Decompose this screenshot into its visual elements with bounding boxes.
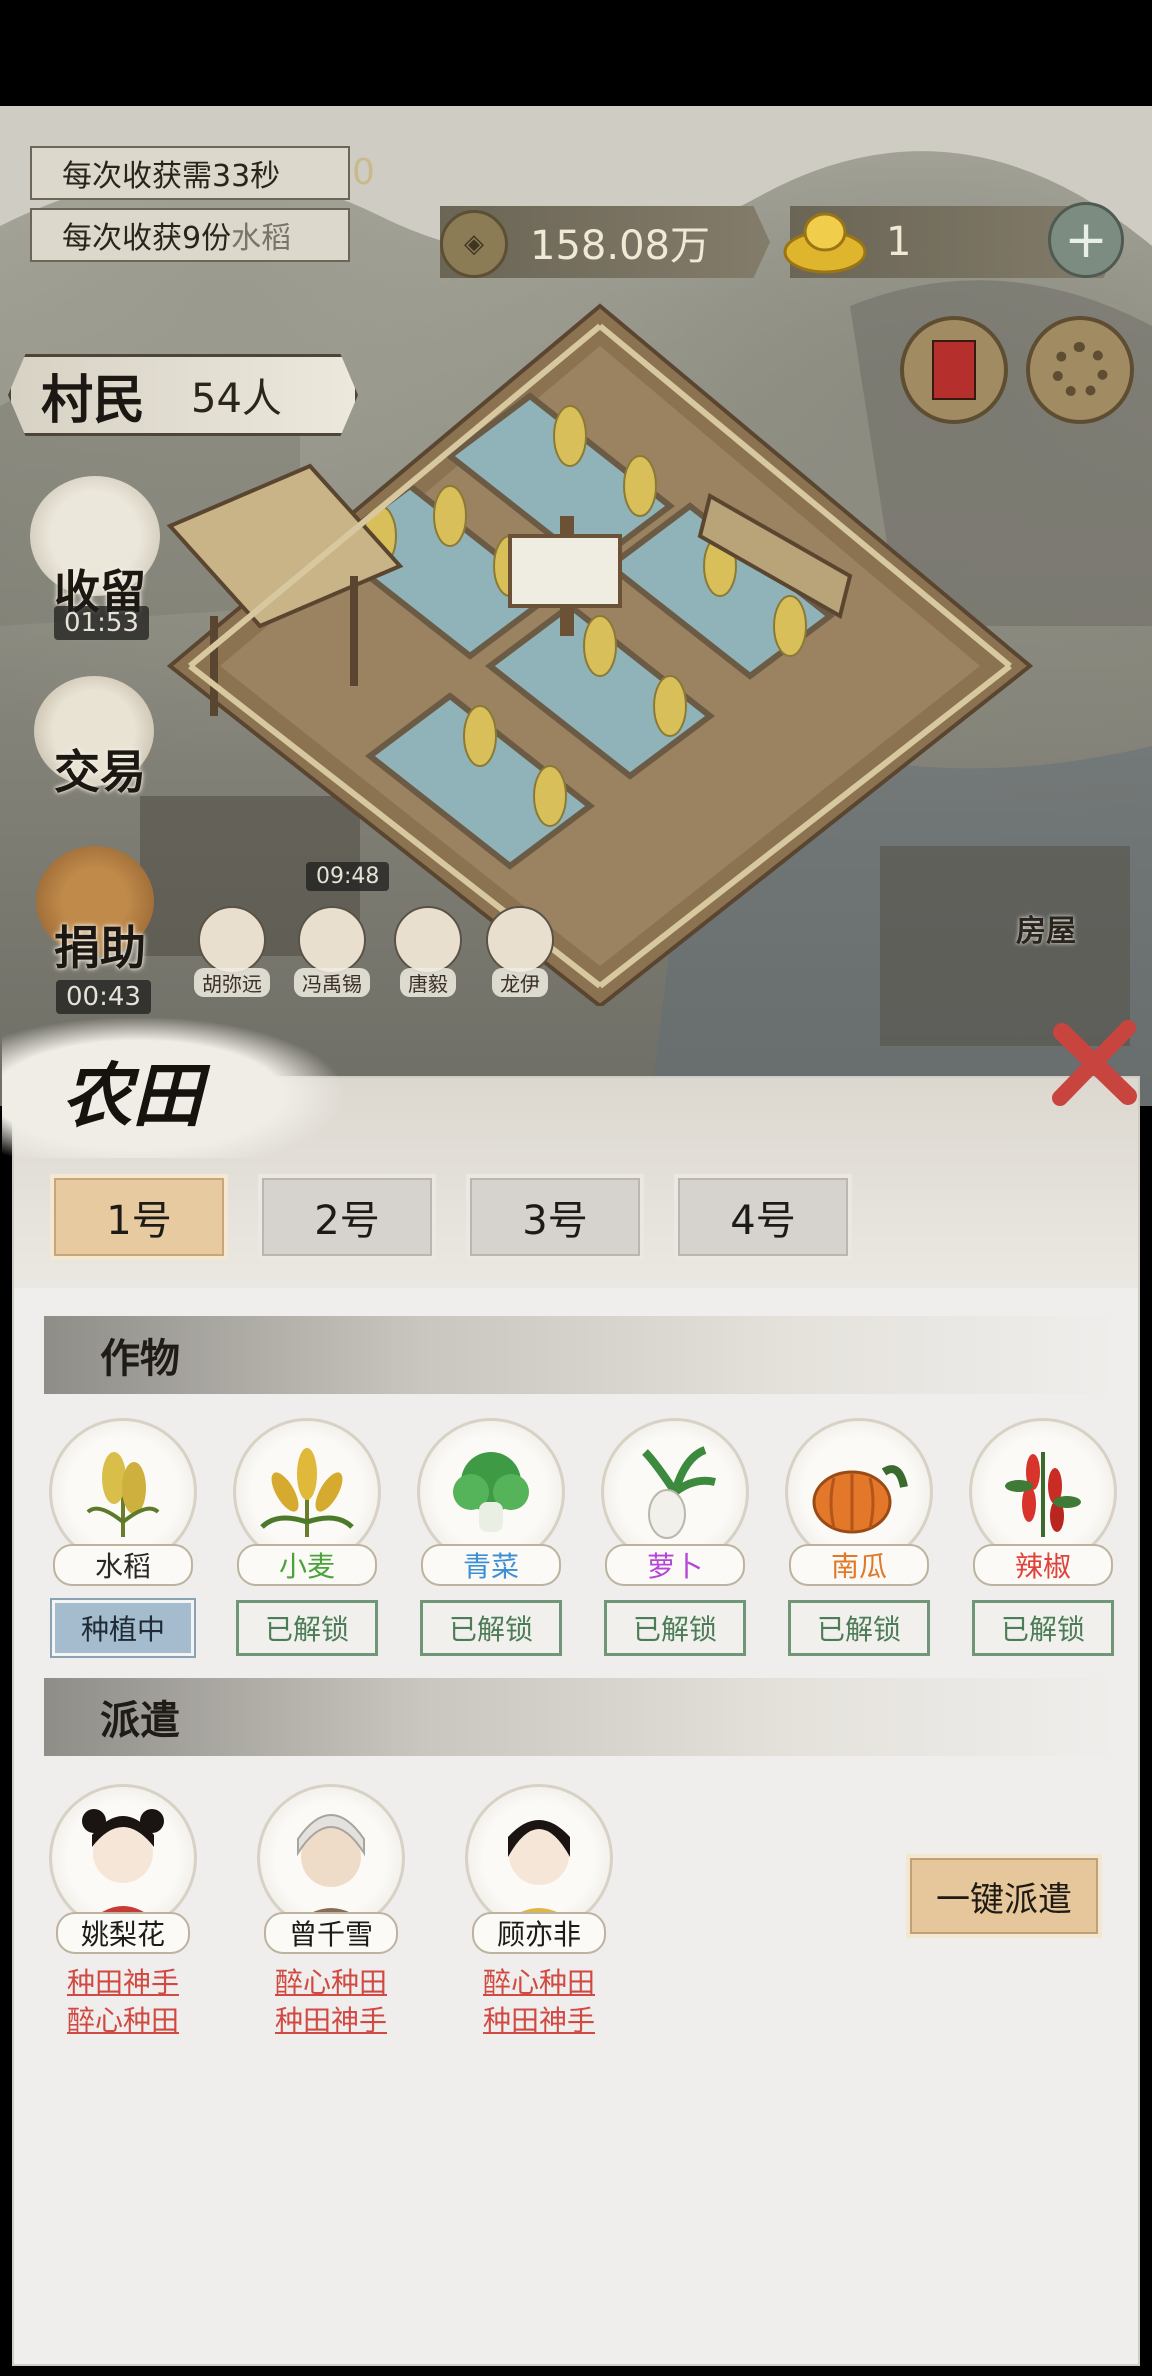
villagers-counter[interactable]: 村民 54人 — [8, 354, 358, 436]
npc-group: 胡弥远 冯禹锡 唐毅 龙伊 — [194, 906, 554, 997]
unlocked-button[interactable]: 已解锁 — [788, 1600, 930, 1656]
worker-list: 姚梨花 种田神手 醉心种田 曾千雪 醉心种田 种田神手 顾亦非 醉心种田 种田神… — [48, 1784, 614, 2040]
plot-tabs: 1号 2号 3号 4号 — [50, 1174, 852, 1260]
worker-item[interactable]: 顾亦非 醉心种田 种田神手 — [464, 1784, 614, 2040]
gold-ingot-icon — [783, 212, 867, 274]
villagers-count: 54人 — [191, 376, 282, 422]
npc-name: 唐毅 — [400, 968, 456, 997]
npc-name: 胡弥远 — [194, 968, 270, 997]
house-label[interactable]: 房屋 — [1016, 906, 1076, 950]
worker-avatar — [49, 1784, 197, 1932]
panel-title: 农田 — [62, 1054, 202, 1137]
donate-timer: 00:43 — [56, 980, 151, 1014]
crop-list: 水稻 种植中 小麦 已解锁 青菜 已解锁 萝卜 已解锁 南瓜 已解锁 辣椒 已解… — [48, 1418, 1118, 1656]
worker-skill[interactable]: 种田神手 — [67, 1964, 179, 2002]
donate-button[interactable]: 捐助 — [54, 912, 146, 978]
villagers-label: 村民 — [41, 369, 146, 431]
harvest-amount-info: 每次收获9份 水稻 — [30, 208, 350, 262]
crop-item[interactable]: 辣椒 已解锁 — [968, 1418, 1118, 1656]
collect-timer: 01:53 — [54, 606, 149, 640]
worker-avatar — [257, 1784, 405, 1932]
worker-item[interactable]: 曾千雪 醉心种田 种田神手 — [256, 1784, 406, 2040]
harvest-amount-text: 每次收获9份 — [62, 221, 232, 256]
plot-tab-4[interactable]: 4号 — [674, 1174, 852, 1260]
worker-item[interactable]: 姚梨花 种田神手 醉心种田 — [48, 1784, 198, 2040]
npc-face — [198, 906, 266, 974]
unlocked-button[interactable]: 已解锁 — [236, 1600, 378, 1656]
crop-name: 青菜 — [421, 1544, 561, 1586]
crop-item[interactable]: 水稻 种植中 — [48, 1418, 198, 1656]
unlocked-button[interactable]: 已解锁 — [420, 1600, 562, 1656]
copper-coin-amount: 158.08万 — [530, 223, 710, 269]
worker-skill[interactable]: 醉心种田 — [483, 1964, 595, 2002]
npc-face — [298, 906, 366, 974]
plot-tab-1[interactable]: 1号 — [50, 1174, 228, 1260]
planting-status-button[interactable]: 种植中 — [52, 1600, 194, 1656]
npc-face — [486, 906, 554, 974]
farm-scene: 每次收获需33秒 0 每次收获9份 水稻 158.08万 ◈ 1 + 村民 54人… — [0, 106, 1152, 1106]
npc-name: 龙伊 — [492, 968, 548, 997]
worker-skill[interactable]: 种田神手 — [483, 2002, 595, 2040]
crop-name: 水稻 — [53, 1544, 193, 1586]
crop-name: 萝卜 — [605, 1544, 745, 1586]
scroll-icon[interactable] — [900, 316, 1008, 424]
worker-name: 曾千雪 — [264, 1912, 398, 1954]
worker-skill[interactable]: 种田神手 — [275, 2002, 387, 2040]
crop-item[interactable]: 小麦 已解锁 — [232, 1418, 382, 1656]
harvest-crop-text: 水稻 — [231, 221, 292, 256]
farm-panel: 农田 1号 2号 3号 4号 作物 水稻 种植中 小麦 已解锁 青菜 已解锁 萝… — [2, 1018, 1140, 2366]
unlocked-button[interactable]: 已解锁 — [972, 1600, 1114, 1656]
hidden-counter: 0 — [352, 152, 375, 193]
crop-name: 南瓜 — [789, 1544, 929, 1586]
worker-name: 顾亦非 — [472, 1912, 606, 1954]
plot-tab-3[interactable]: 3号 — [466, 1174, 644, 1260]
trade-button[interactable]: 交易 — [54, 736, 146, 802]
crop-name: 小麦 — [237, 1544, 377, 1586]
worker-skill[interactable]: 醉心种田 — [275, 1964, 387, 2002]
settings-gear-icon[interactable] — [1026, 316, 1134, 424]
work-timer: 09:48 — [306, 862, 390, 891]
crop-name: 辣椒 — [973, 1544, 1113, 1586]
copper-coin-icon: ◈ — [440, 210, 508, 278]
crops-section-header: 作物 — [44, 1316, 1124, 1394]
npc[interactable]: 冯禹锡 — [294, 906, 370, 997]
worker-skill[interactable]: 醉心种田 — [67, 2002, 179, 2040]
harvest-time-info: 每次收获需33秒 — [30, 146, 350, 200]
npc-face — [394, 906, 462, 974]
gold-ingot-amount: 1 — [886, 219, 912, 265]
dispatch-all-button[interactable]: 一键派遣 — [906, 1854, 1102, 1938]
crop-item[interactable]: 青菜 已解锁 — [416, 1418, 566, 1656]
crop-item[interactable]: 南瓜 已解锁 — [784, 1418, 934, 1656]
unlocked-button[interactable]: 已解锁 — [604, 1600, 746, 1656]
worker-name: 姚梨花 — [56, 1912, 190, 1954]
add-currency-button[interactable]: + — [1048, 202, 1124, 278]
npc-name: 冯禹锡 — [294, 968, 370, 997]
plot-tab-2[interactable]: 2号 — [258, 1174, 436, 1260]
dispatch-section-header: 派遣 — [44, 1678, 1124, 1756]
worker-avatar — [465, 1784, 613, 1932]
harvest-time-text: 每次收获需33秒 — [62, 159, 281, 194]
crop-item[interactable]: 萝卜 已解锁 — [600, 1418, 750, 1656]
npc[interactable]: 唐毅 — [394, 906, 462, 997]
close-icon[interactable] — [1050, 1018, 1140, 1108]
npc[interactable]: 胡弥远 — [194, 906, 270, 997]
npc[interactable]: 龙伊 — [486, 906, 554, 997]
